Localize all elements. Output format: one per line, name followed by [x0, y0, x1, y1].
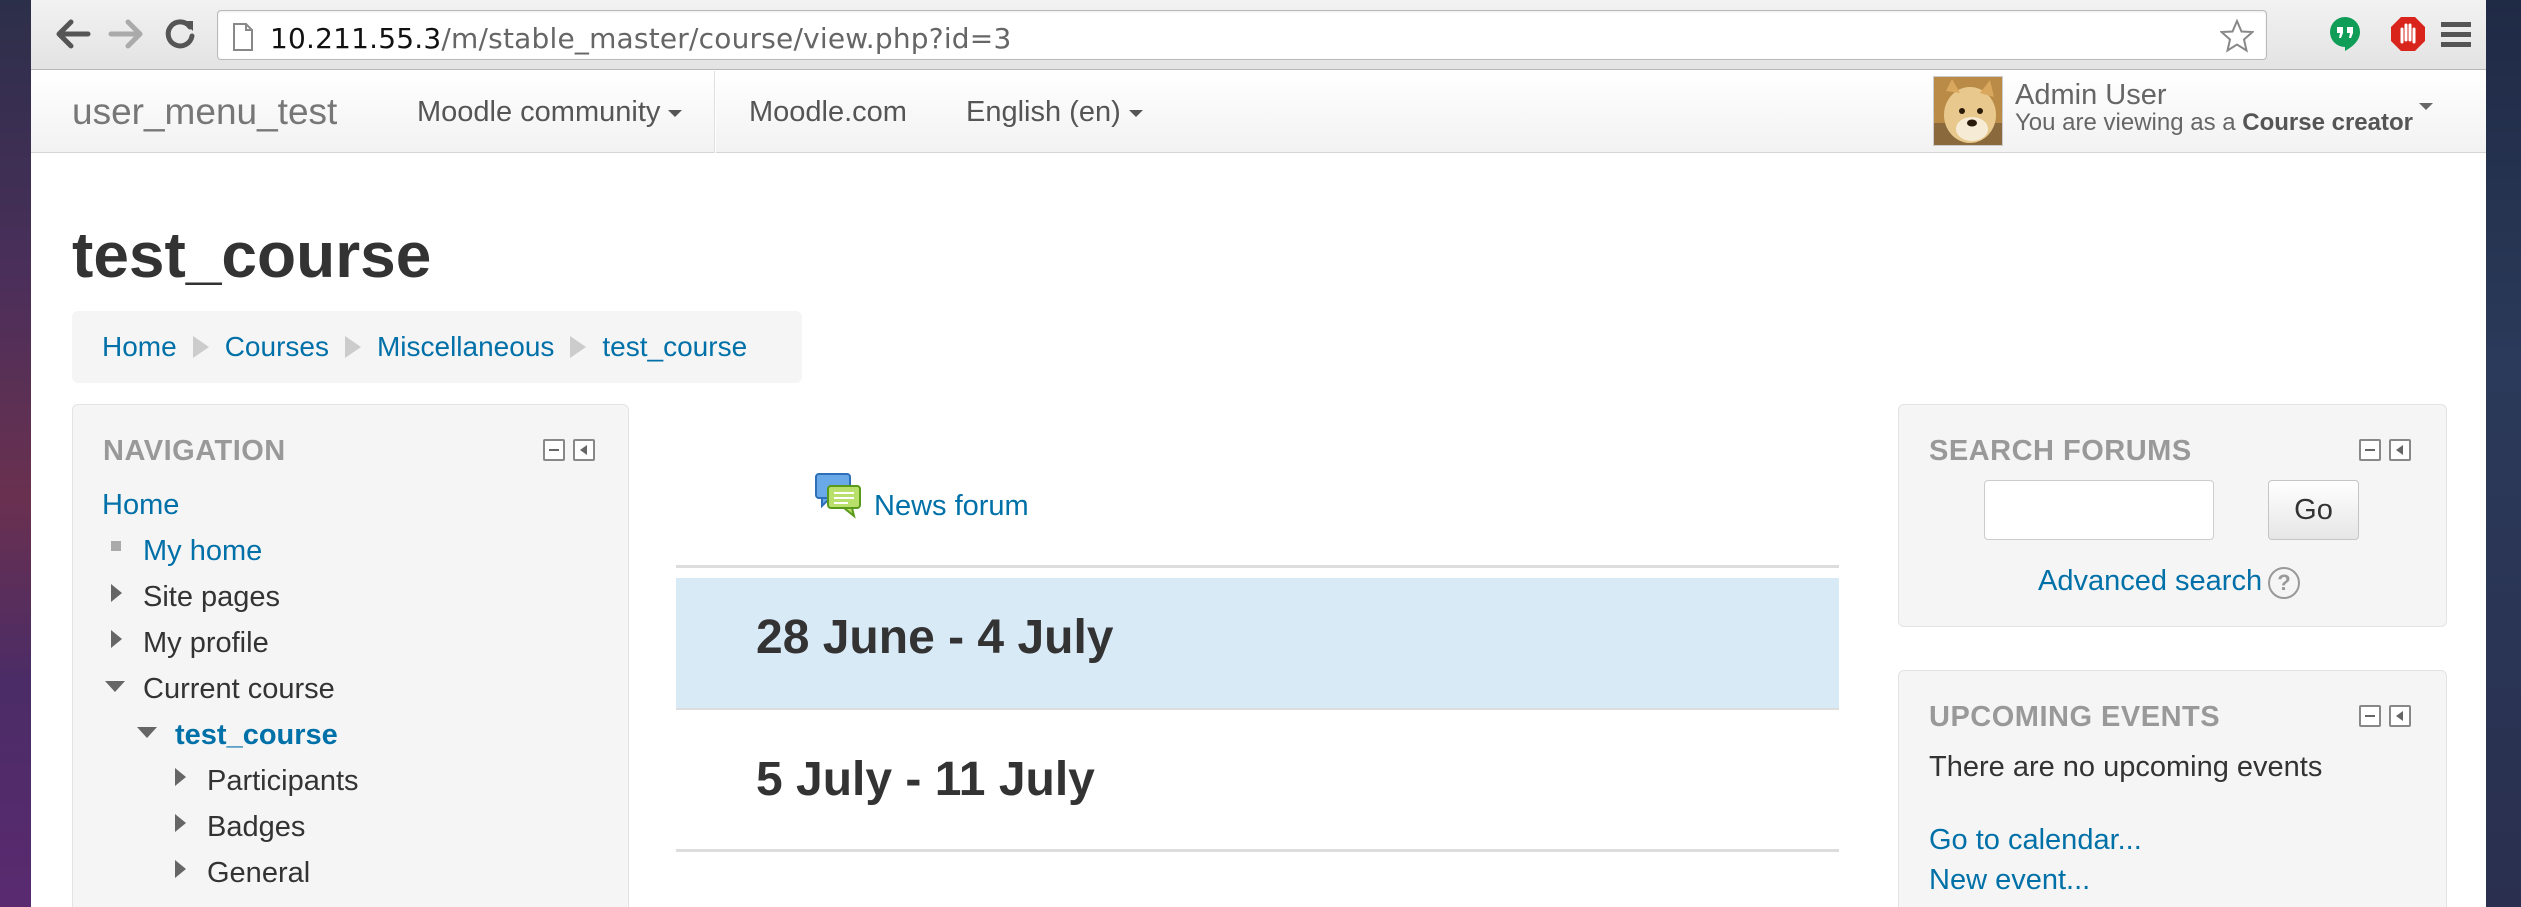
arrow-right-icon: [108, 19, 143, 49]
address-bar[interactable]: 10.211.55.3/m/stable_master/course/view.…: [217, 10, 2267, 60]
user-role-name: Course creator: [2242, 109, 2413, 136]
minimize-icon: [2359, 439, 2381, 461]
back-button[interactable]: [53, 14, 93, 54]
browser-menu-button[interactable]: [2436, 14, 2476, 54]
search-go-button[interactable]: Go: [2268, 480, 2359, 540]
forward-button[interactable]: [106, 14, 146, 54]
section-title-next-week: 5 July - 11 July: [756, 753, 1095, 806]
collapse-arrow-icon[interactable]: [105, 681, 125, 692]
search-forums-input[interactable]: [1984, 480, 2214, 540]
user-menu-caret-icon[interactable]: [2419, 103, 2433, 110]
caret-down-icon: [668, 109, 683, 117]
new-event-link[interactable]: New event...: [1929, 864, 2090, 897]
adblock-extension-button[interactable]: [2388, 14, 2428, 54]
breadcrumb: Home Courses Miscellaneous test_course: [72, 311, 802, 383]
section-divider: [676, 565, 1839, 568]
minimize-icon: [543, 439, 565, 461]
no-events-text: There are no upcoming events: [1929, 751, 2323, 783]
section-divider: [676, 849, 1839, 852]
nav-item-my-home[interactable]: My home: [143, 535, 262, 568]
expand-arrow-icon[interactable]: [175, 814, 186, 832]
hangouts-icon: [2330, 17, 2360, 51]
bullet-icon: [111, 541, 121, 551]
caret-down-icon: [1128, 109, 1143, 117]
site-navbar: user_menu_test Moodle community Moodle.c…: [31, 71, 2486, 153]
search-forums-title: SEARCH FORUMS: [1929, 435, 2192, 467]
dock-icon: [2389, 705, 2411, 727]
navigation-block: NAVIGATION Home My home Site pages My pr…: [72, 404, 629, 907]
upcoming-events-title: UPCOMING EVENTS: [1929, 701, 2221, 733]
minimize-icon: [2359, 705, 2381, 727]
news-forum-link[interactable]: News forum: [874, 490, 1029, 523]
desktop-background-left: [0, 0, 31, 907]
forum-icon: [815, 473, 861, 519]
help-icon[interactable]: ?: [2268, 567, 2300, 599]
url-host: 10.211.55.3: [270, 22, 442, 55]
navigation-block-title: NAVIGATION: [103, 435, 286, 467]
block-dock-button[interactable]: [2389, 439, 2413, 463]
advanced-search-link[interactable]: Advanced search: [2038, 565, 2262, 598]
language-menu[interactable]: English (en): [966, 96, 1143, 129]
user-role-prefix: You are viewing as a: [2015, 109, 2243, 136]
breadcrumb-separator-icon: [570, 336, 587, 358]
user-name[interactable]: Admin User: [2015, 79, 2167, 112]
breadcrumb-separator-icon: [192, 336, 209, 358]
section-divider: [676, 708, 1839, 710]
hamburger-menu-icon: [2441, 22, 2471, 47]
upcoming-events-block: UPCOMING EVENTS There are no upcoming ev…: [1898, 670, 2447, 907]
avatar[interactable]: [1933, 76, 2003, 146]
block-hide-button[interactable]: [2359, 705, 2383, 729]
block-hide-button[interactable]: [2359, 439, 2383, 463]
nav-item-current-course[interactable]: Current course: [143, 673, 335, 706]
nav-item-test-course[interactable]: test_course: [175, 719, 338, 752]
section-title-current-week: 28 June - 4 July: [756, 611, 1114, 664]
browser-toolbar: 10.211.55.3/m/stable_master/course/view.…: [31, 0, 2486, 70]
browser-window: 10.211.55.3/m/stable_master/course/view.…: [31, 0, 2486, 907]
dock-icon: [2389, 439, 2411, 461]
expand-arrow-icon[interactable]: [175, 860, 186, 878]
nav-item-badges[interactable]: Badges: [207, 811, 305, 844]
reload-icon: [165, 19, 195, 49]
reload-button[interactable]: [160, 14, 200, 54]
block-dock-button[interactable]: [2389, 705, 2413, 729]
breadcrumb-miscellaneous[interactable]: Miscellaneous: [377, 331, 554, 363]
address-url: 10.211.55.3/m/stable_master/course/view.…: [270, 22, 1011, 55]
doge-avatar-image: [1934, 77, 2002, 145]
expand-arrow-icon[interactable]: [111, 584, 122, 602]
nav-item-home[interactable]: Home: [102, 489, 179, 522]
menu-moodle-community-label: Moodle community: [417, 96, 661, 128]
nav-item-my-profile[interactable]: My profile: [143, 627, 269, 660]
nav-item-site-pages[interactable]: Site pages: [143, 581, 280, 614]
block-dock-button[interactable]: [573, 439, 597, 463]
breadcrumb-separator-icon: [344, 336, 361, 358]
menu-moodle-community[interactable]: Moodle community: [417, 96, 683, 129]
block-hide-button[interactable]: [543, 439, 567, 463]
breadcrumb-test-course[interactable]: test_course: [602, 331, 747, 363]
breadcrumb-courses[interactable]: Courses: [225, 331, 329, 363]
page-icon: [233, 23, 253, 51]
breadcrumb-home[interactable]: Home: [102, 331, 177, 363]
page-title: test_course: [72, 219, 432, 291]
hangouts-extension-button[interactable]: [2325, 14, 2365, 54]
url-path: /m/stable_master/course/view.php?id=3: [441, 22, 1012, 55]
menu-moodle-com[interactable]: Moodle.com: [749, 96, 907, 129]
user-role-text: You are viewing as a Course creator: [2015, 109, 2413, 137]
expand-arrow-icon[interactable]: [111, 630, 122, 648]
nav-item-general[interactable]: General: [207, 857, 310, 890]
site-brand-link[interactable]: user_menu_test: [72, 91, 337, 133]
navbar-divider: [714, 71, 715, 153]
collapse-arrow-icon[interactable]: [137, 727, 157, 738]
dock-icon: [573, 439, 595, 461]
expand-arrow-icon[interactable]: [175, 768, 186, 786]
desktop-background-right: [2486, 0, 2521, 907]
arrow-left-icon: [56, 19, 91, 49]
language-menu-label: English (en): [966, 96, 1121, 128]
go-to-calendar-link[interactable]: Go to calendar...: [1929, 824, 2142, 857]
nav-item-participants[interactable]: Participants: [207, 765, 359, 798]
star-icon[interactable]: [2220, 19, 2254, 53]
stop-hand-icon: [2391, 17, 2425, 51]
